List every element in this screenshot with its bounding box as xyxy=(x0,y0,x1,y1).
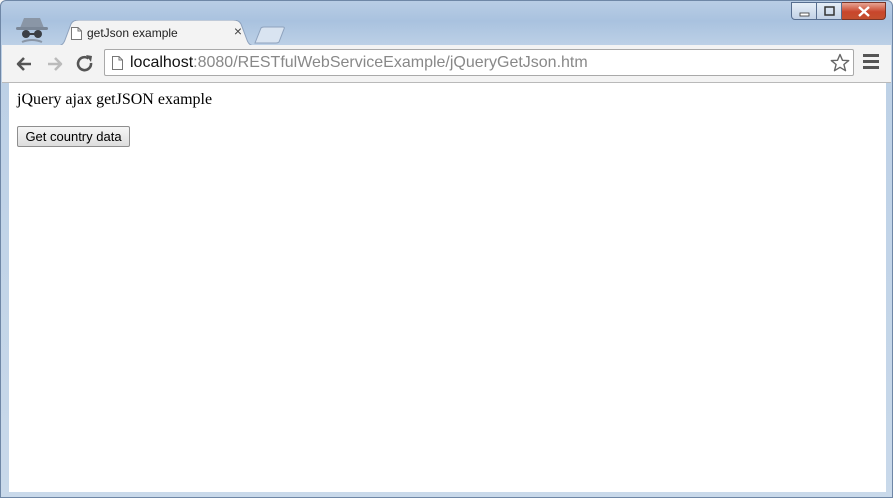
get-country-data-button[interactable]: Get country data xyxy=(17,126,130,147)
chrome-menu-icon[interactable] xyxy=(863,54,879,72)
browser-toolbar: localhost:8080/RESTfulWebServiceExample/… xyxy=(2,45,891,83)
address-bar[interactable]: localhost:8080/RESTfulWebServiceExample/… xyxy=(104,49,854,76)
url-host: localhost xyxy=(130,54,194,71)
page-icon xyxy=(112,56,123,75)
url-path: :8080/RESTfulWebServiceExample/jQueryGet… xyxy=(193,54,588,71)
page-heading: jQuery ajax getJSON example xyxy=(17,91,213,108)
page-content: jQuery ajax getJSON example Get country … xyxy=(9,83,886,492)
url-text[interactable]: localhost:8080/RESTfulWebServiceExample/… xyxy=(130,54,588,72)
tab-title: getJson example xyxy=(87,26,178,40)
back-arrow-icon[interactable] xyxy=(13,53,35,75)
browser-window: getJson example × localhost:8080/RESTful… xyxy=(0,0,893,498)
title-bar: getJson example × xyxy=(1,1,892,46)
incognito-icon xyxy=(14,14,50,44)
forward-arrow-icon[interactable] xyxy=(44,53,66,75)
minimize-icon[interactable] xyxy=(791,2,817,20)
reload-icon[interactable] xyxy=(74,53,96,75)
tab-getjson-example[interactable]: getJson example × xyxy=(57,20,256,46)
close-tab-icon[interactable]: × xyxy=(231,24,245,38)
bookmark-star-icon[interactable] xyxy=(830,53,850,73)
new-tab-icon[interactable] xyxy=(253,26,287,44)
close-window-icon[interactable] xyxy=(842,2,886,20)
maximize-icon[interactable] xyxy=(817,2,842,20)
window-controls xyxy=(791,2,886,22)
